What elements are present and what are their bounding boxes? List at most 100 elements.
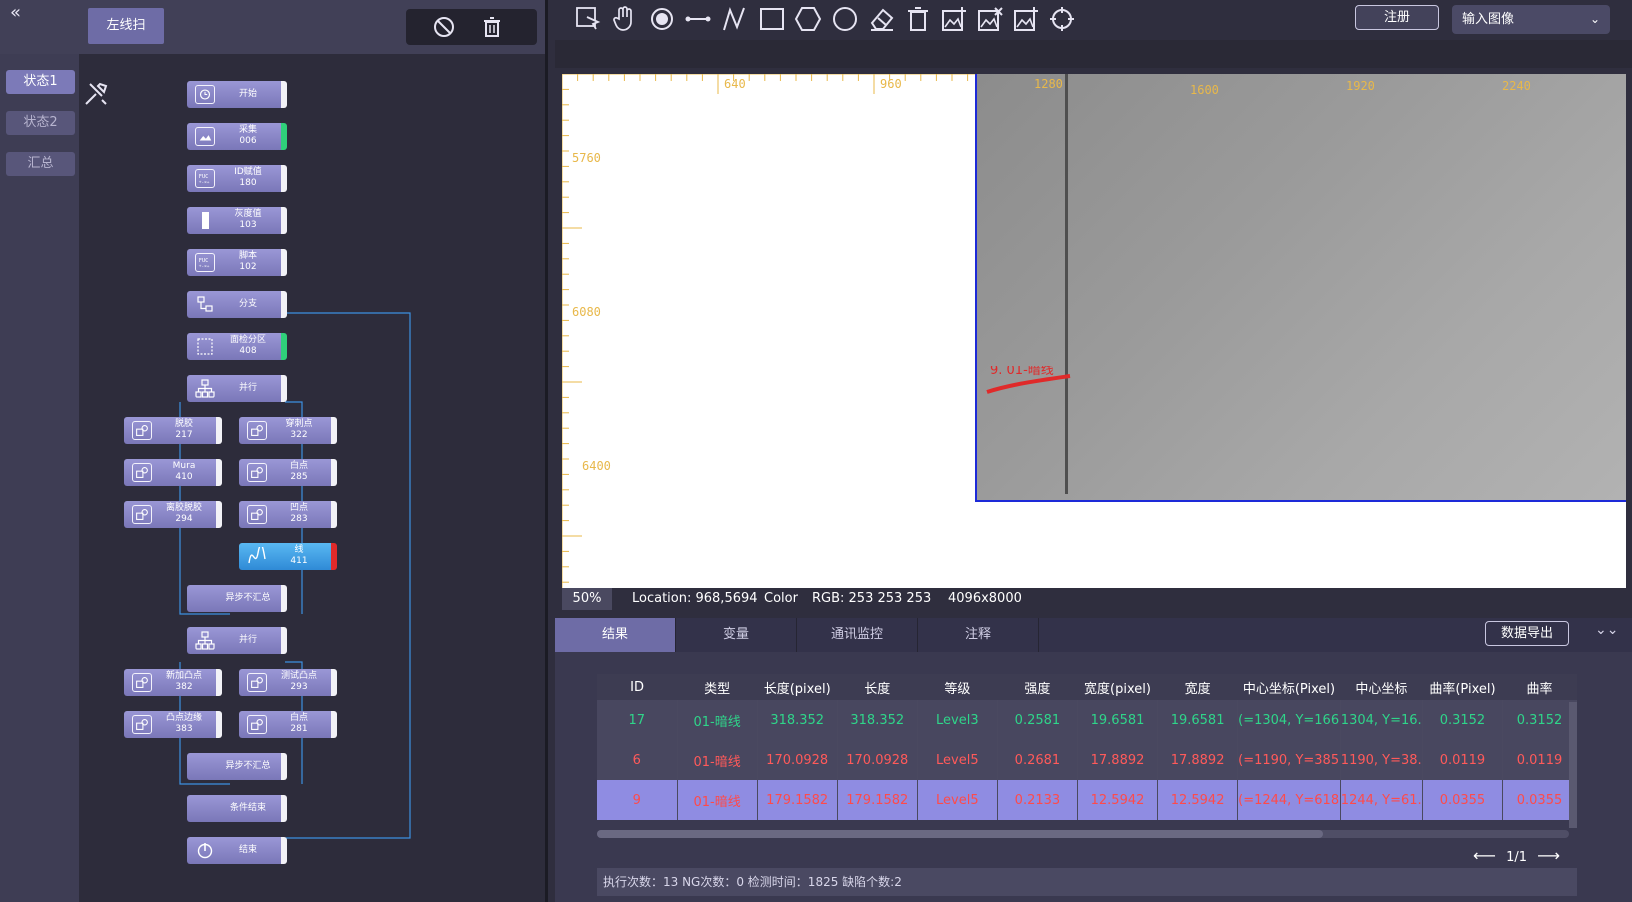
- tab-comm-monitor[interactable]: 通讯监控: [797, 618, 918, 652]
- flow-node-acquire[interactable]: 采集 006: [187, 123, 287, 150]
- flow-node-condition-end[interactable]: 条件结束: [187, 795, 287, 822]
- tab-state-2[interactable]: 状态2: [6, 111, 75, 135]
- flow-node-puncture[interactable]: 穿刺点 322: [239, 417, 337, 444]
- flow-node-test-bump[interactable]: 测试凸点 293: [239, 669, 337, 696]
- flow-node-parallel[interactable]: 并行: [187, 375, 287, 402]
- flow-node-id-assign[interactable]: FUC +-×÷ ID赋值 180: [187, 165, 287, 192]
- flow-node-label: 白点: [289, 713, 308, 723]
- flow-node-separate-degum[interactable]: 离胶脱胶 294: [124, 501, 222, 528]
- register-button[interactable]: 注册: [1355, 5, 1439, 30]
- flow-node-branch[interactable]: 分支: [187, 291, 287, 318]
- rectangle-icon[interactable]: [758, 5, 786, 33]
- pan-hand-icon[interactable]: [610, 5, 638, 33]
- tab-left-line-scan[interactable]: 左线扫: [88, 8, 164, 44]
- vertical-scrollbar[interactable]: [1569, 702, 1577, 828]
- canvas-subbar: [555, 40, 1632, 68]
- parallel-icon: [195, 631, 215, 650]
- flow-node-area-split[interactable]: 面检分区 408: [187, 333, 287, 360]
- line-icon[interactable]: [684, 5, 712, 33]
- scrollbar-thumb[interactable]: [597, 830, 1323, 838]
- wave-icon: [248, 547, 266, 564]
- results-tabbar: 结果 变量 通讯监控 注释 数据导出 ⌄⌄: [555, 618, 1632, 652]
- column-header[interactable]: 中心坐标: [1340, 674, 1423, 700]
- collapse-icon[interactable]: «: [10, 2, 21, 23]
- column-header[interactable]: 长度: [837, 674, 918, 700]
- table-cell: 0.0119: [1422, 740, 1504, 780]
- image-edit-icon[interactable]: [1012, 5, 1040, 33]
- tab-notes[interactable]: 注释: [918, 618, 1039, 652]
- flow-node-label: 并行: [238, 635, 257, 645]
- image-remove-icon[interactable]: [976, 5, 1004, 33]
- function-icon: FUC+-×÷: [195, 169, 215, 188]
- flow-toolbar: [406, 9, 537, 45]
- flow-node-grayscale[interactable]: 灰度值 103: [187, 207, 287, 234]
- column-header[interactable]: 曲率: [1502, 674, 1577, 700]
- image-add-icon[interactable]: [940, 5, 968, 33]
- column-header[interactable]: 曲率(Pixel): [1422, 674, 1503, 700]
- flow-node-degum[interactable]: 脱胶 217: [124, 417, 222, 444]
- column-header[interactable]: 宽度: [1157, 674, 1238, 700]
- flow-node-label: 异步不汇总: [225, 761, 271, 771]
- tab-state-1[interactable]: 状态1: [6, 70, 75, 94]
- detect-icon: [247, 673, 267, 692]
- zoom-level[interactable]: 50%: [562, 588, 612, 610]
- expand-down-icon[interactable]: ⌄⌄: [1595, 622, 1618, 638]
- table-cell: 179.1582: [757, 780, 838, 820]
- table-cell: 12.5942: [1077, 780, 1159, 820]
- table-cell: 1244, Y=61...: [1340, 780, 1423, 820]
- select-icon[interactable]: [574, 5, 602, 33]
- flow-node-async[interactable]: 异步不汇总: [187, 585, 287, 612]
- tab-summary[interactable]: 汇总: [6, 152, 75, 176]
- column-header[interactable]: 长度(pixel): [757, 674, 838, 700]
- table-cell: 0.0355: [1502, 780, 1577, 820]
- flow-node-end[interactable]: 结束: [187, 837, 287, 864]
- detect-icon: [132, 421, 152, 440]
- next-page-icon[interactable]: ⟶: [1537, 846, 1560, 865]
- flow-node-line-selected[interactable]: 线 411: [239, 543, 337, 570]
- input-image-select[interactable]: 输入图像 ⌄: [1452, 5, 1610, 34]
- flow-node-parallel-2[interactable]: 并行: [187, 627, 287, 654]
- trash-icon[interactable]: [480, 15, 504, 39]
- column-header[interactable]: ID: [597, 674, 678, 700]
- table-cell: Level5: [917, 780, 998, 820]
- flow-node-label: 新加凸点: [165, 671, 202, 681]
- flow-node-new-bump[interactable]: 新加凸点 382: [124, 669, 222, 696]
- flow-node-bump-edge[interactable]: 凸点边缘 383: [124, 711, 222, 738]
- column-header[interactable]: 宽度(pixel): [1077, 674, 1158, 700]
- column-header[interactable]: 中心坐标(Pixel): [1237, 674, 1341, 700]
- cursor-location: Location: 968,5694: [632, 591, 758, 606]
- table-row[interactable]: 17 01-暗线 318.352 318.352 Level3 0.2581 1…: [597, 700, 1577, 740]
- point-icon[interactable]: [648, 5, 676, 33]
- export-data-button[interactable]: 数据导出: [1485, 621, 1569, 646]
- horizontal-scrollbar[interactable]: [597, 830, 1569, 838]
- circle-icon[interactable]: [831, 5, 859, 33]
- disable-icon[interactable]: [432, 15, 456, 39]
- flow-node-mura[interactable]: Mura 410: [124, 459, 222, 486]
- eraser-icon[interactable]: [868, 5, 896, 33]
- flow-node-dent[interactable]: 凹点 283: [239, 501, 337, 528]
- tab-results[interactable]: 结果: [555, 618, 676, 652]
- flow-node-white-point[interactable]: 白点 285: [239, 459, 337, 486]
- flow-node-start[interactable]: 开始: [187, 81, 287, 108]
- table-cell: 19.6581: [1157, 700, 1239, 740]
- image-canvas[interactable]: 640 960 1280 1600 1920 2240 5760 6080 64…: [562, 74, 1626, 588]
- flow-node-script[interactable]: FUC +-×÷ 脚本 102: [187, 249, 287, 276]
- table-cell: 12.5942: [1157, 780, 1239, 820]
- column-header[interactable]: 强度: [997, 674, 1078, 700]
- table-row[interactable]: 6 01-暗线 170.0928 170.0928 Level5 0.2681 …: [597, 740, 1577, 780]
- column-header[interactable]: 类型: [677, 674, 758, 700]
- polygon-icon[interactable]: [794, 5, 822, 33]
- flow-node-async-2[interactable]: 异步不汇总: [187, 753, 287, 780]
- column-header[interactable]: 等级: [917, 674, 998, 700]
- prev-page-icon[interactable]: ⟵: [1473, 846, 1496, 865]
- table-row-selected[interactable]: 9 01-暗线 179.1582 179.1582 Level5 0.2133 …: [597, 780, 1577, 820]
- flow-node-white-point-2[interactable]: 白点 281: [239, 711, 337, 738]
- polyline-icon[interactable]: [720, 5, 748, 33]
- defect-annotation[interactable]: 9. 01-暗线: [982, 366, 1082, 406]
- image-icon: [195, 127, 215, 146]
- detect-icon: [132, 505, 152, 524]
- tab-variables[interactable]: 变量: [676, 618, 797, 652]
- delete-icon[interactable]: [904, 5, 932, 33]
- tools-icon[interactable]: [82, 80, 110, 108]
- crosshair-icon[interactable]: [1048, 5, 1076, 33]
